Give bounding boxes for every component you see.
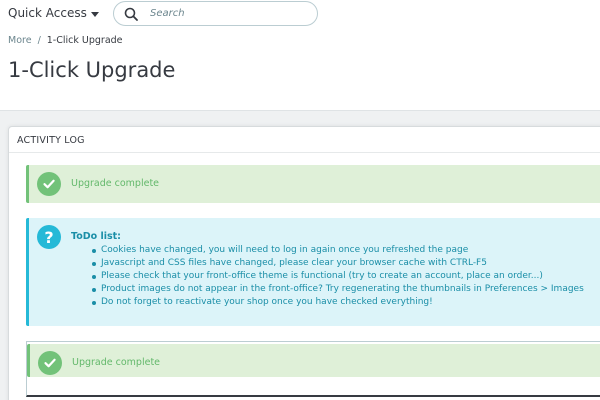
quick-access-label: Quick Access — [8, 6, 87, 20]
breadcrumb-current: 1-Click Upgrade — [46, 35, 123, 46]
search-bar[interactable] — [113, 1, 318, 26]
todo-list: Cookies have changed, you will need to l… — [92, 244, 584, 309]
todo-info-alert: ? ToDo list: Cookies have changed, you w… — [26, 218, 600, 326]
breadcrumb: More / 1-Click Upgrade — [8, 35, 123, 46]
list-item: Cookies have changed, you will need to l… — [92, 244, 584, 257]
list-item: Product images do not appear in the fron… — [92, 284, 584, 294]
caret-down-icon — [90, 11, 99, 17]
page-header: More / 1-Click Upgrade 1-Click Upgrade — [0, 30, 600, 110]
quick-access-dropdown[interactable]: Quick Access — [8, 6, 99, 20]
search-icon[interactable] — [118, 1, 144, 26]
panel-heading: ACTIVITY LOG — [9, 127, 600, 153]
activity-log-panel: ACTIVITY LOG Upgrade complete ? ToDo lis… — [8, 126, 600, 400]
alert-message: Upgrade complete — [71, 178, 160, 189]
todo-title: ToDo list: — [71, 231, 121, 242]
list-item: Javascript and CSS files have changed, p… — [92, 257, 584, 270]
success-alert: Upgrade complete — [27, 344, 600, 377]
main-content: ACTIVITY LOG Upgrade complete ? ToDo lis… — [0, 110, 600, 400]
search-input[interactable] — [144, 3, 304, 24]
breadcrumb-parent[interactable]: More — [8, 35, 32, 46]
list-item: Please check that your front-office them… — [92, 270, 584, 283]
check-icon — [37, 172, 61, 196]
page-title: 1-Click Upgrade — [8, 58, 176, 82]
top-header: Quick Access — [0, 0, 600, 30]
success-alert: Upgrade complete — [26, 165, 600, 203]
list-item: Do not forget to reactivate your shop on… — [92, 296, 584, 309]
question-icon: ? — [37, 225, 61, 249]
check-icon — [38, 351, 62, 375]
alert-message: Upgrade complete — [72, 357, 161, 368]
breadcrumb-separator: / — [37, 35, 41, 46]
log-output-box: Upgrade complete — [26, 341, 600, 397]
